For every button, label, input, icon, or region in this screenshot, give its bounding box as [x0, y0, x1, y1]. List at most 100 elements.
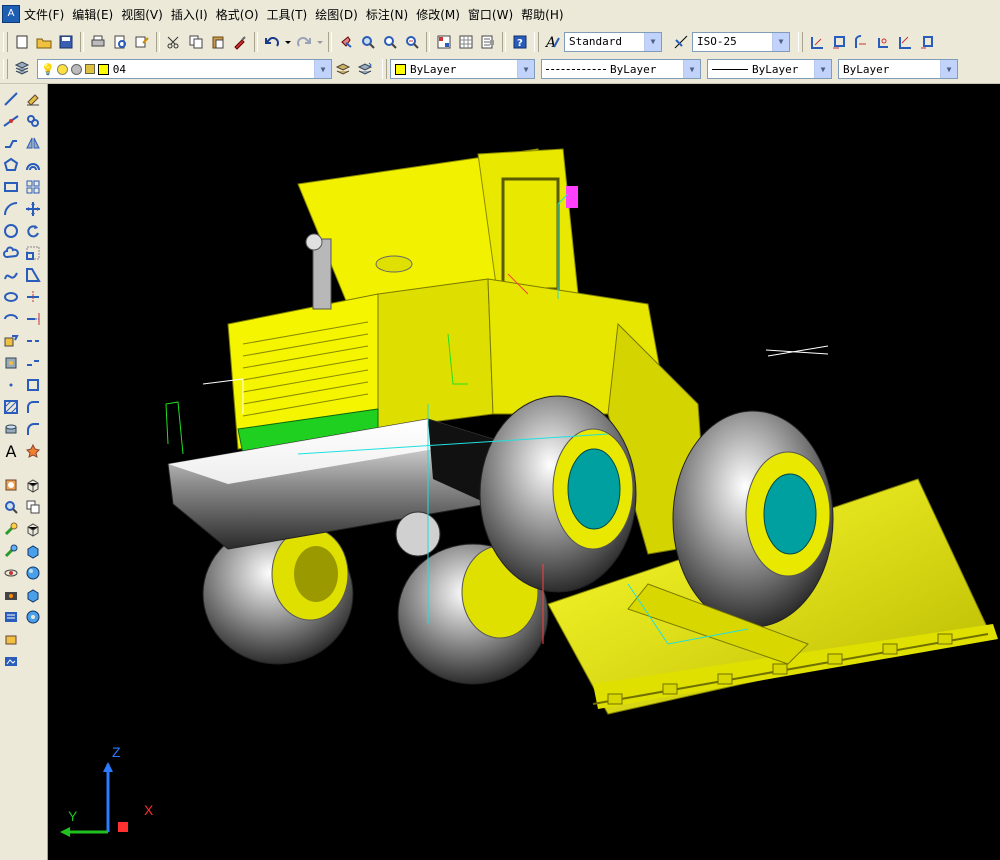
menu-help[interactable]: 帮助(H) — [521, 6, 571, 23]
tool-palettes-button[interactable] — [477, 31, 499, 53]
explode-button[interactable] — [22, 440, 44, 462]
copy-object-button[interactable] — [22, 110, 44, 132]
chevron-down-icon[interactable]: ▼ — [644, 32, 661, 51]
insert-block-button[interactable] — [0, 330, 22, 352]
revision-cloud-button[interactable] — [0, 242, 22, 264]
dim-style-button[interactable] — [670, 31, 692, 53]
rotate-button[interactable] — [22, 220, 44, 242]
menu-insert[interactable]: 插入(I) — [171, 6, 216, 23]
menu-window[interactable]: 窗口(W) — [468, 6, 521, 23]
layer-previous-button[interactable] — [354, 58, 376, 80]
paste-button[interactable] — [207, 31, 229, 53]
arc-button[interactable] — [0, 198, 22, 220]
solid-box-button[interactable] — [22, 474, 44, 496]
chevron-down-icon[interactable]: ▼ — [814, 60, 831, 78]
save-button[interactable] — [55, 31, 77, 53]
solid-wedge-button[interactable] — [22, 496, 44, 518]
menu-file[interactable]: 文件(F) — [24, 6, 72, 23]
chevron-down-icon[interactable]: ▼ — [772, 32, 789, 51]
scale-button[interactable] — [22, 242, 44, 264]
view-top-button[interactable] — [0, 474, 22, 496]
spline-button[interactable] — [0, 264, 22, 286]
solid-sphere-button[interactable] — [22, 562, 44, 584]
dim-aligned-button[interactable] — [828, 31, 850, 53]
dim-radius-button[interactable] — [894, 31, 916, 53]
chevron-down-icon[interactable]: ▼ — [517, 60, 534, 78]
hatch-button[interactable] — [0, 396, 22, 418]
chevron-down-icon[interactable]: ▼ — [314, 60, 331, 78]
menu-modify[interactable]: 修改(M) — [416, 6, 468, 23]
chamfer-button[interactable] — [22, 374, 44, 396]
redo-dropdown[interactable] — [315, 31, 325, 53]
undo-dropdown[interactable] — [283, 31, 293, 53]
menu-draw[interactable]: 绘图(D) — [315, 6, 366, 23]
open-button[interactable] — [33, 31, 55, 53]
extend-button[interactable] — [22, 308, 44, 330]
toolbar-grip[interactable] — [3, 31, 8, 52]
new-button[interactable] — [11, 31, 33, 53]
lineweight-select[interactable]: ByLayer ▼ — [707, 59, 832, 79]
match-properties-button[interactable] — [229, 31, 251, 53]
solid-shaded-box-button[interactable] — [22, 540, 44, 562]
layer-manager-button[interactable] — [11, 58, 33, 80]
dim-diameter-button[interactable] — [916, 31, 938, 53]
break-button[interactable] — [22, 330, 44, 352]
menu-tools[interactable]: 工具(T) — [267, 6, 316, 23]
zoom-button[interactable] — [0, 496, 22, 518]
zoom-realtime-button[interactable] — [357, 31, 379, 53]
polyline-button[interactable] — [0, 132, 22, 154]
dim-ordinate-button[interactable] — [872, 31, 894, 53]
toolbar-grip[interactable] — [534, 31, 539, 52]
layer-select[interactable]: 💡 04 ▼ — [37, 59, 332, 79]
zoom-window-button[interactable] — [379, 31, 401, 53]
menu-format[interactable]: 格式(O) — [216, 6, 267, 23]
chevron-down-icon[interactable]: ▼ — [940, 60, 957, 78]
dim-linear-button[interactable] — [806, 31, 828, 53]
color-select[interactable]: ByLayer ▼ — [390, 59, 535, 79]
text-button[interactable]: A — [0, 440, 22, 462]
toolbar-grip[interactable] — [798, 31, 803, 52]
cut-button[interactable] — [163, 31, 185, 53]
make-block-button[interactable] — [0, 352, 22, 374]
toolbar-grip[interactable] — [3, 59, 8, 79]
pan-button[interactable] — [335, 31, 357, 53]
orbit-button[interactable] — [0, 562, 22, 584]
region-button[interactable] — [0, 418, 22, 440]
undo-button[interactable] — [261, 31, 283, 53]
redo-button[interactable] — [293, 31, 315, 53]
plot-button[interactable] — [87, 31, 109, 53]
dim-style-select[interactable]: ISO-25 ▼ — [692, 31, 790, 52]
mirror-button[interactable] — [22, 132, 44, 154]
trim-button[interactable] — [22, 286, 44, 308]
linetype-select[interactable]: ByLayer ▼ — [541, 59, 701, 79]
help-button[interactable]: ? — [509, 31, 531, 53]
ellipse-button[interactable] — [0, 286, 22, 308]
material-button[interactable] — [0, 540, 22, 562]
light-button[interactable] — [0, 518, 22, 540]
copy-button[interactable] — [185, 31, 207, 53]
make-current-layer-button[interactable] — [332, 58, 354, 80]
plotstyle-select[interactable]: ByLayer ▼ — [838, 59, 958, 79]
menu-view[interactable]: 视图(V) — [121, 6, 171, 23]
fillet-button[interactable] — [22, 396, 44, 418]
join-button[interactable] — [22, 352, 44, 374]
offset-button[interactable] — [22, 154, 44, 176]
array-button[interactable] — [22, 176, 44, 198]
design-center-button[interactable] — [455, 31, 477, 53]
move-button[interactable] — [22, 198, 44, 220]
walk-button[interactable] — [0, 606, 22, 628]
text-style-select[interactable]: Standard ▼ — [564, 31, 662, 52]
fly-button[interactable] — [0, 628, 22, 650]
fillet-alt-button[interactable] — [22, 418, 44, 440]
ellipse-arc-button[interactable] — [0, 308, 22, 330]
text-style-button[interactable]: A — [542, 31, 564, 53]
app-icon[interactable]: A — [2, 5, 20, 23]
chevron-down-icon[interactable]: ▼ — [683, 60, 700, 78]
rectangle-button[interactable] — [0, 176, 22, 198]
menu-edit[interactable]: 编辑(E) — [72, 6, 121, 23]
erase-button[interactable] — [22, 88, 44, 110]
menu-dimension[interactable]: 标注(N) — [366, 6, 416, 23]
construction-line-button[interactable] — [0, 110, 22, 132]
point-button[interactable] — [0, 374, 22, 396]
publish-button[interactable] — [131, 31, 153, 53]
